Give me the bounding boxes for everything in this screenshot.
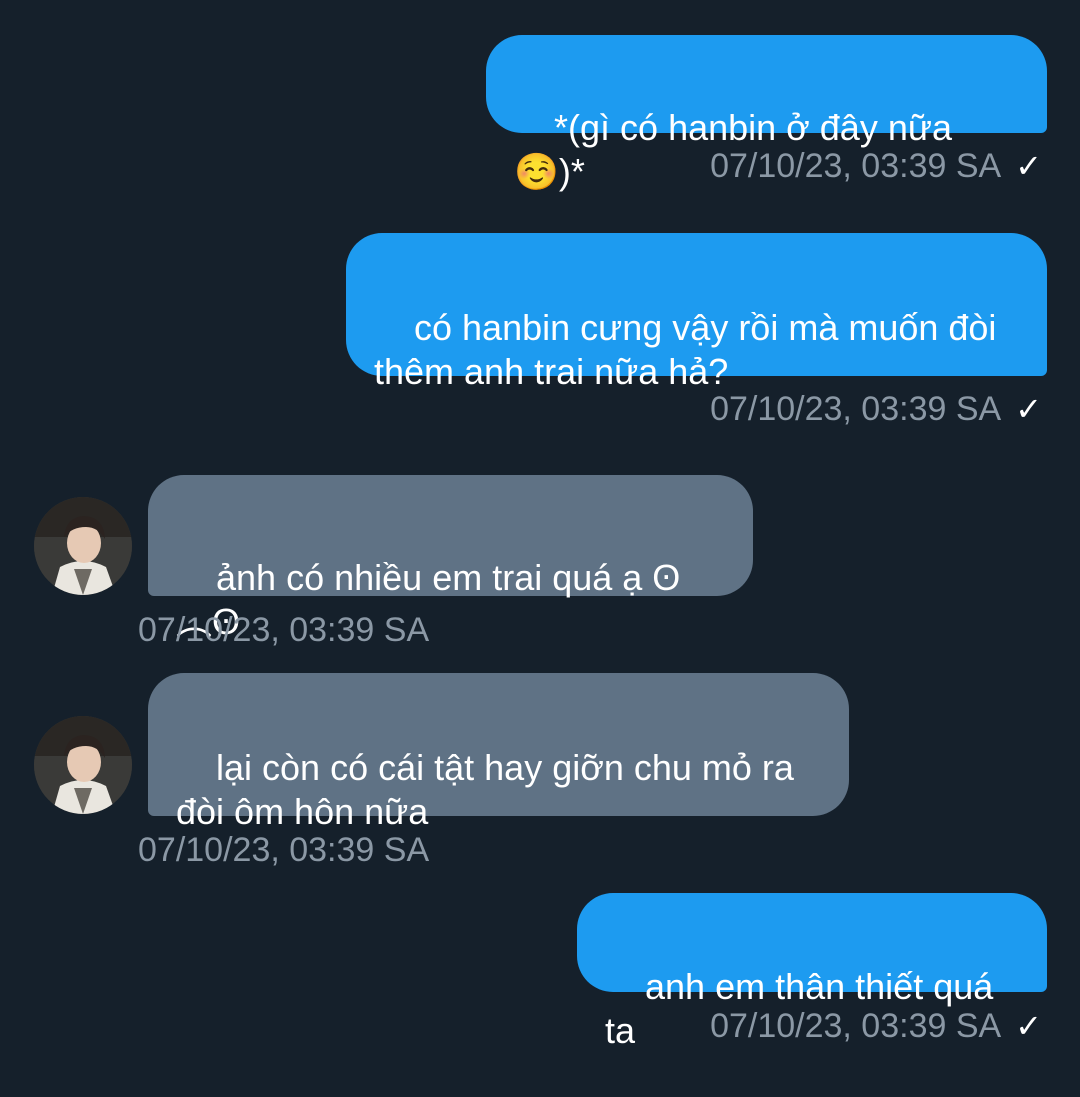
message-text: lại còn có cái tật hay giỡn chu mỏ ra đò… xyxy=(176,747,794,832)
message-timestamp-row: 07/10/23, 03:39 SA ✓ xyxy=(710,1006,1042,1046)
message-text: có hanbin cưng vậy rồi mà muốn đòi thêm … xyxy=(374,307,997,392)
incoming-message-bubble[interactable]: ảnh có nhiều em trai quá ạ ʘ︵ʘ xyxy=(148,475,753,642)
conversation-thread: *(gì có hanbin ở đây nữa ☺️)* 07/10/23, … xyxy=(0,0,1080,1062)
contact-avatar[interactable] xyxy=(34,497,132,595)
read-check-icon: ✓ xyxy=(1015,391,1042,427)
outgoing-message-bubble[interactable]: anh em thân thiết quá ta xyxy=(577,893,1047,1051)
outgoing-message-bubble[interactable]: *(gì có hanbin ở đây nữa ☺️)* xyxy=(486,35,1047,192)
read-check-icon: ✓ xyxy=(1015,1008,1042,1044)
message-timestamp: 07/10/23, 03:39 SA xyxy=(710,1007,1002,1045)
message-timestamp: 07/10/23, 03:39 SA xyxy=(138,611,430,649)
read-check-icon: ✓ xyxy=(1015,148,1042,184)
message-timestamp: 07/10/23, 03:39 SA xyxy=(138,831,430,869)
message-timestamp: 07/10/23, 03:39 SA xyxy=(710,147,1002,185)
message-timestamp-row: 07/10/23, 03:39 SA ✓ xyxy=(710,146,1042,186)
contact-avatar[interactable] xyxy=(34,716,132,814)
incoming-message-bubble[interactable]: lại còn có cái tật hay giỡn chu mỏ ra đò… xyxy=(148,673,849,832)
message-timestamp-row: 07/10/23, 03:39 SA ✓ xyxy=(710,389,1042,429)
message-timestamp: 07/10/23, 03:39 SA xyxy=(710,390,1002,428)
outgoing-message-bubble[interactable]: có hanbin cưng vậy rồi mà muốn đòi thêm … xyxy=(346,233,1047,392)
